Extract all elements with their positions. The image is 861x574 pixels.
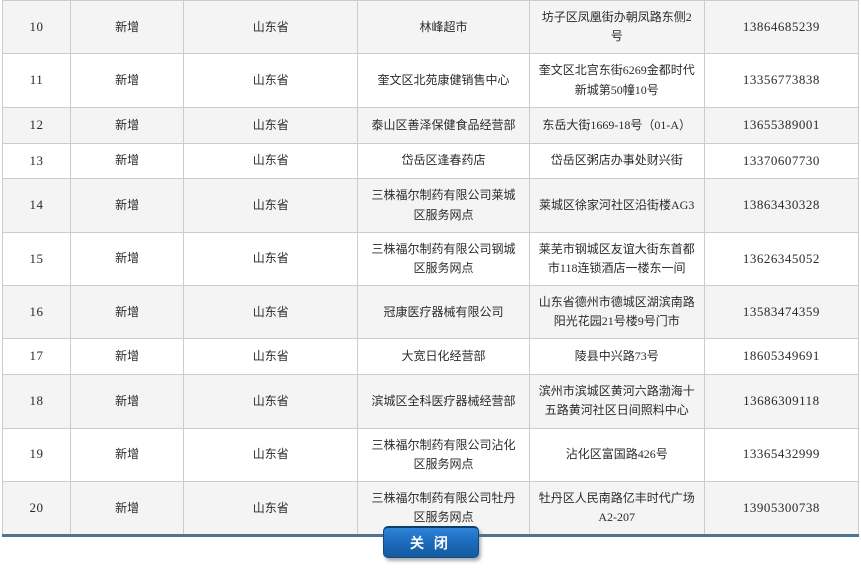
cell-province: 山东省 [184, 339, 358, 375]
cell-status: 新增 [71, 339, 184, 375]
cell-id: 16 [3, 286, 71, 339]
cell-phone: 13365432999 [704, 428, 858, 481]
cell-phone: 13863430328 [704, 179, 858, 232]
cell-status: 新增 [71, 375, 184, 428]
cell-address: 莱芜市钢城区友谊大街东首都市118连锁酒店一楼东一间 [529, 232, 704, 285]
cell-status: 新增 [71, 232, 184, 285]
cell-name: 冠康医疗器械有限公司 [358, 286, 529, 339]
cell-name: 三株福尔制药有限公司沾化区服务网点 [358, 428, 529, 481]
cell-address: 沾化区富国路426号 [529, 428, 704, 481]
cell-status: 新增 [71, 286, 184, 339]
table-row: 11新增山东省奎文区北苑康健销售中心奎文区北宫东街6269金都时代新城第50幢1… [3, 54, 859, 107]
cell-province: 山东省 [184, 375, 358, 428]
cell-name: 滨城区全科医疗器械经营部 [358, 375, 529, 428]
cell-province: 山东省 [184, 286, 358, 339]
cell-province: 山东省 [184, 179, 358, 232]
cell-name: 大宽日化经营部 [358, 339, 529, 375]
cell-id: 12 [3, 107, 71, 143]
cell-name: 三株福尔制药有限公司莱城区服务网点 [358, 179, 529, 232]
cell-address: 莱城区徐家河社区沿街楼AG3 [529, 179, 704, 232]
cell-name: 泰山区善泽保健食品经营部 [358, 107, 529, 143]
records-dialog: 10新增山东省林峰超市坊子区凤凰街办朝凤路东侧2号1386468523911新增… [0, 0, 861, 574]
table-row: 14新增山东省三株福尔制药有限公司莱城区服务网点莱城区徐家河社区沿街楼AG313… [3, 179, 859, 232]
cell-address: 陵县中兴路73号 [529, 339, 704, 375]
table-body: 10新增山东省林峰超市坊子区凤凰街办朝凤路东侧2号1386468523911新增… [3, 1, 859, 536]
table-row: 19新增山东省三株福尔制药有限公司沾化区服务网点沾化区富国路426号133654… [3, 428, 859, 481]
cell-phone: 13686309118 [704, 375, 858, 428]
records-table: 10新增山东省林峰超市坊子区凤凰街办朝凤路东侧2号1386468523911新增… [2, 0, 859, 537]
cell-name: 岱岳区逢春药店 [358, 143, 529, 179]
cell-status: 新增 [71, 54, 184, 107]
cell-name: 奎文区北苑康健销售中心 [358, 54, 529, 107]
cell-id: 13 [3, 143, 71, 179]
cell-status: 新增 [71, 143, 184, 179]
footer: 关 闭 [0, 526, 861, 558]
cell-name: 林峰超市 [358, 1, 529, 54]
cell-phone: 13626345052 [704, 232, 858, 285]
cell-id: 15 [3, 232, 71, 285]
close-button[interactable]: 关 闭 [383, 526, 479, 558]
cell-province: 山东省 [184, 54, 358, 107]
cell-address: 岱岳区粥店办事处财兴街 [529, 143, 704, 179]
table-row: 12新增山东省泰山区善泽保健食品经营部东岳大街1669-18号（01-A）136… [3, 107, 859, 143]
table-row: 16新增山东省冠康医疗器械有限公司山东省德州市德城区湖滨南路阳光花园21号楼9号… [3, 286, 859, 339]
cell-status: 新增 [71, 179, 184, 232]
cell-phone: 13370607730 [704, 143, 858, 179]
cell-address: 东岳大街1669-18号（01-A） [529, 107, 704, 143]
cell-province: 山东省 [184, 1, 358, 54]
cell-status: 新增 [71, 1, 184, 54]
cell-province: 山东省 [184, 143, 358, 179]
cell-phone: 13864685239 [704, 1, 858, 54]
table-row: 18新增山东省滨城区全科医疗器械经营部滨州市滨城区黄河六路渤海十五路黄河社区日间… [3, 375, 859, 428]
table-row: 10新增山东省林峰超市坊子区凤凰街办朝凤路东侧2号13864685239 [3, 1, 859, 54]
cell-address: 滨州市滨城区黄河六路渤海十五路黄河社区日间照料中心 [529, 375, 704, 428]
cell-id: 17 [3, 339, 71, 375]
cell-address: 坊子区凤凰街办朝凤路东侧2号 [529, 1, 704, 54]
table-row: 15新增山东省三株福尔制药有限公司钢城区服务网点莱芜市钢城区友谊大街东首都市11… [3, 232, 859, 285]
cell-status: 新增 [71, 107, 184, 143]
cell-id: 19 [3, 428, 71, 481]
cell-id: 14 [3, 179, 71, 232]
cell-address: 奎文区北宫东街6269金都时代新城第50幢10号 [529, 54, 704, 107]
cell-phone: 13356773838 [704, 54, 858, 107]
cell-phone: 18605349691 [704, 339, 858, 375]
table-row: 13新增山东省岱岳区逢春药店岱岳区粥店办事处财兴街13370607730 [3, 143, 859, 179]
cell-id: 10 [3, 1, 71, 54]
cell-id: 11 [3, 54, 71, 107]
cell-phone: 13583474359 [704, 286, 858, 339]
cell-province: 山东省 [184, 428, 358, 481]
table-row: 17新增山东省大宽日化经营部陵县中兴路73号18605349691 [3, 339, 859, 375]
cell-phone: 13655389001 [704, 107, 858, 143]
cell-name: 三株福尔制药有限公司钢城区服务网点 [358, 232, 529, 285]
cell-id: 18 [3, 375, 71, 428]
cell-province: 山东省 [184, 107, 358, 143]
cell-status: 新增 [71, 428, 184, 481]
cell-address: 山东省德州市德城区湖滨南路阳光花园21号楼9号门市 [529, 286, 704, 339]
cell-province: 山东省 [184, 232, 358, 285]
